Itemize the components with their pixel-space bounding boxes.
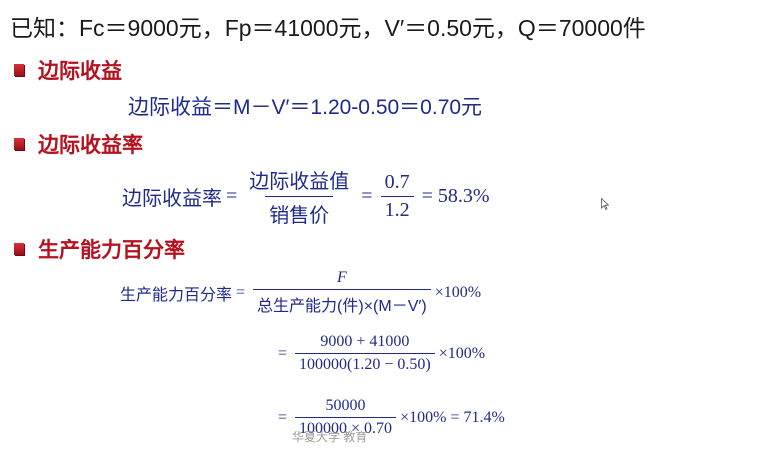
- fraction: 0.7 1.2: [380, 171, 414, 222]
- square-bullet-icon: [14, 138, 24, 150]
- fraction: F 总生产能力(件)×(M－V′): [253, 269, 431, 316]
- fraction-numerator: 边际收益值: [249, 171, 350, 193]
- fraction: 9000 + 41000 100000(1.20 − 0.50): [295, 333, 435, 374]
- given-conditions: 已知：Fc＝9000元，Fp＝41000元，V′＝0.50元，Q＝70000件: [10, 15, 646, 41]
- fraction-denominator: 总生产能力(件)×(M－V′): [253, 289, 431, 316]
- equals-sign: =: [236, 283, 246, 301]
- equals-sign: =: [226, 185, 238, 207]
- capacity-rate-formula-line2: = 9000 + 41000 100000(1.20 − 0.50) ×100%: [274, 333, 485, 374]
- capacity-rate-formula-line1: 生产能力百分率 = F 总生产能力(件)×(M－V′) ×100%: [120, 269, 481, 316]
- mouse-cursor-icon: [601, 198, 609, 210]
- square-bullet-icon: [14, 243, 24, 255]
- heading-marginal-income: 边际收益: [14, 57, 122, 83]
- fraction-numerator: 9000 + 41000: [320, 333, 410, 350]
- marginal-income-rate-formula: 边际收益率 = 边际收益值 销售价 = 0.7 1.2 = 58.3%: [122, 165, 494, 228]
- fraction-denominator: 100000(1.20 − 0.50): [295, 353, 435, 374]
- fraction-numerator: 0.7: [384, 171, 410, 193]
- formula-lhs: 边际收益率: [122, 188, 222, 210]
- formula-lhs: 生产能力百分率: [120, 286, 233, 304]
- formula-result: = 58.3%: [421, 185, 490, 207]
- fraction-numerator: F: [336, 269, 347, 286]
- equals-sign: =: [278, 408, 288, 426]
- fraction-denominator: 1.2: [380, 196, 414, 222]
- fraction-numerator: 50000: [325, 397, 366, 414]
- heading-marginal-income-rate: 边际收益率: [14, 131, 143, 157]
- watermark: 华夏大学 教育: [292, 430, 368, 444]
- heading-text: 边际收益: [38, 60, 122, 83]
- heading-capacity-rate: 生产能力百分率: [14, 236, 185, 262]
- formula-tail: ×100%: [438, 344, 486, 362]
- heading-text: 生产能力百分率: [38, 239, 185, 262]
- square-bullet-icon: [14, 64, 24, 76]
- equals-sign: =: [278, 344, 288, 362]
- marginal-income-formula: 边际收益＝M－V′＝1.20-0.50＝0.70元: [128, 96, 483, 119]
- fraction: 边际收益值 销售价: [245, 165, 353, 228]
- formula-tail: ×100% = 71.4%: [400, 408, 505, 426]
- fraction-denominator: 销售价: [265, 196, 334, 228]
- heading-text: 边际收益率: [38, 134, 143, 157]
- formula-tail: ×100%: [434, 283, 482, 301]
- equals-sign: =: [361, 185, 373, 207]
- slide: 已知：Fc＝9000元，Fp＝41000元，V′＝0.50元，Q＝70000件 …: [0, 0, 758, 451]
